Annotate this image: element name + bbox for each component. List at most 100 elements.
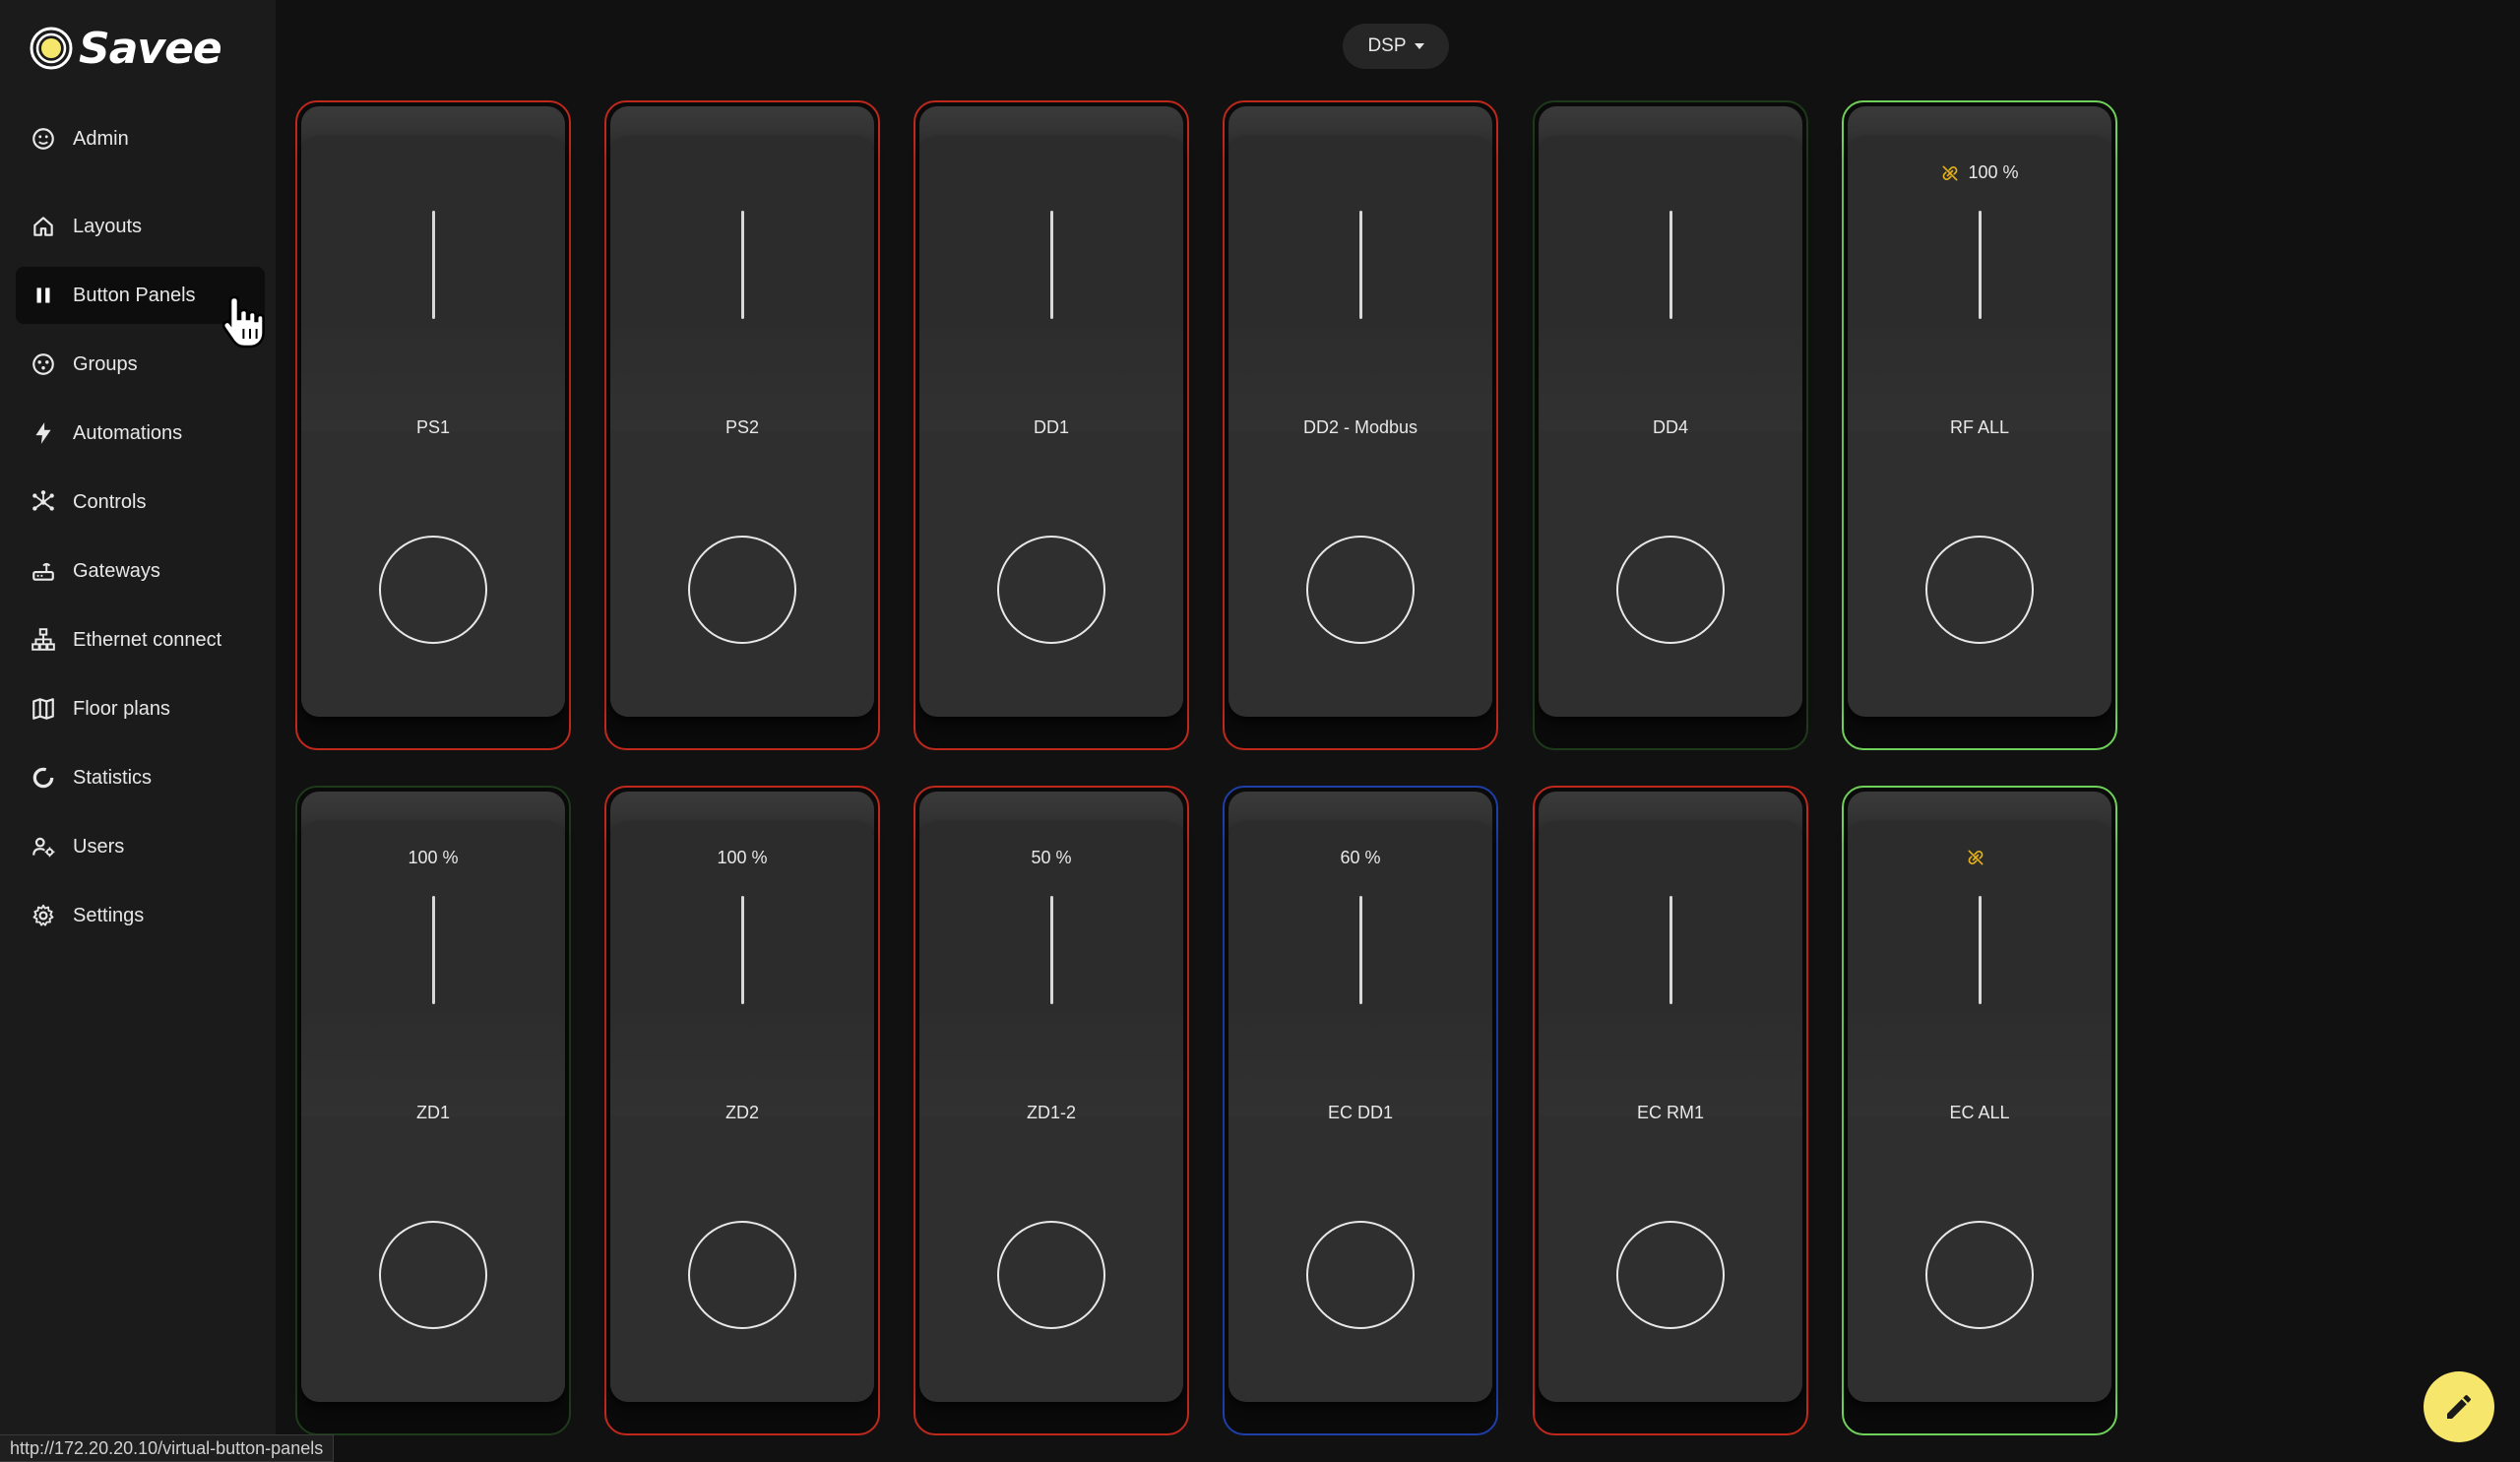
dimmer-slider[interactable] bbox=[1358, 211, 1362, 319]
panel-toggle-button[interactable] bbox=[1306, 1221, 1415, 1329]
sidebar-item-layouts[interactable]: Layouts bbox=[16, 198, 265, 255]
button-panel[interactable]: DD2 - Modbus bbox=[1223, 100, 1498, 750]
ethernet-tree-icon bbox=[30, 626, 57, 654]
sidebar-item-statistics[interactable]: Statistics bbox=[16, 749, 265, 806]
donut-chart-icon bbox=[30, 764, 57, 792]
button-panel[interactable]: DD4 bbox=[1533, 100, 1808, 750]
sidebar-item-automations[interactable]: Automations bbox=[16, 405, 265, 462]
sidebar-item-label: Groups bbox=[73, 352, 138, 375]
panel-name: PS2 bbox=[724, 417, 760, 437]
sidebar-item-admin[interactable]: Admin bbox=[16, 110, 265, 167]
pencil-icon bbox=[2447, 1395, 2471, 1419]
link-off-icon bbox=[1942, 165, 1958, 180]
dimmer-slider[interactable] bbox=[1669, 211, 1672, 319]
panel-toggle-button[interactable] bbox=[1616, 536, 1725, 644]
sidebar-item-gateways[interactable]: Gateways bbox=[16, 542, 265, 600]
panel-toggle-button[interactable] bbox=[379, 536, 487, 644]
button-panel[interactable]: PS2 bbox=[604, 100, 880, 750]
panel-name: DD2 - Modbus bbox=[1302, 417, 1418, 437]
panel-toggle-button[interactable] bbox=[1925, 536, 2034, 644]
dimmer-slider[interactable] bbox=[431, 896, 435, 1004]
panel-name: ZD1 bbox=[415, 1103, 450, 1122]
panel-face: PS2 bbox=[610, 136, 874, 717]
panel-name: RF ALL bbox=[1949, 417, 2010, 437]
panel-face: EC ALL bbox=[1848, 821, 2111, 1402]
sidebar-item-label: Users bbox=[73, 835, 125, 858]
panel-face: DD2 - Modbus bbox=[1228, 136, 1492, 717]
panel-name: DD4 bbox=[1652, 417, 1688, 437]
sidebar-item-ethernet-connect[interactable]: Ethernet connect bbox=[16, 611, 265, 668]
sidebar-item-controls[interactable]: Controls bbox=[16, 474, 265, 531]
lightning-icon bbox=[30, 419, 57, 447]
button-panel[interactable]: DD1 bbox=[914, 100, 1189, 750]
panel-level-value: 100 % bbox=[717, 848, 768, 867]
panel-name: EC ALL bbox=[1949, 1103, 2010, 1122]
dimmer-slider[interactable] bbox=[1049, 211, 1053, 319]
panel-level-value: 60 % bbox=[1340, 848, 1381, 867]
button-panel[interactable]: 50 % ZD1-2 bbox=[914, 786, 1189, 1435]
panel-toggle-button[interactable] bbox=[997, 536, 1105, 644]
edit-button[interactable] bbox=[2424, 1371, 2494, 1442]
button-panel[interactable]: 100 % ZD2 bbox=[604, 786, 880, 1435]
sidebar-item-label: Ethernet connect bbox=[73, 628, 222, 651]
sidebar-item-label: Floor plans bbox=[73, 697, 170, 720]
button-panel[interactable]: 60 % EC DD1 bbox=[1223, 786, 1498, 1435]
panel-name: EC DD1 bbox=[1327, 1103, 1393, 1122]
groups-icon bbox=[30, 350, 57, 378]
panel-level: 100 % bbox=[610, 848, 874, 868]
sidebar-item-label: Statistics bbox=[73, 766, 153, 789]
panel-level-value: 50 % bbox=[1031, 848, 1072, 867]
panel-toggle-button[interactable] bbox=[997, 1221, 1105, 1329]
sidebar-item-settings[interactable]: Settings bbox=[16, 887, 265, 944]
caret-down-icon bbox=[1414, 43, 1424, 49]
sidebar-item-label: Controls bbox=[73, 490, 147, 513]
panel-level: 50 % bbox=[919, 848, 1183, 868]
sidebar-item-label: Settings bbox=[73, 904, 145, 926]
dimmer-slider[interactable] bbox=[431, 211, 435, 319]
dimmer-slider[interactable] bbox=[1978, 211, 1982, 319]
dimmer-slider[interactable] bbox=[740, 896, 744, 1004]
panel-toggle-button[interactable] bbox=[1306, 536, 1415, 644]
sidebar-item-label: Gateways bbox=[73, 559, 160, 582]
button-panel[interactable]: PS1 bbox=[295, 100, 571, 750]
sidebar-item-floor-plans[interactable]: Floor plans bbox=[16, 680, 265, 737]
home-icon bbox=[30, 213, 57, 240]
panel-toggle-button[interactable] bbox=[1925, 1221, 2034, 1329]
pause-icon bbox=[30, 282, 57, 309]
dimmer-slider[interactable] bbox=[1978, 896, 1982, 1004]
button-panel[interactable]: 100 % ZD1 bbox=[295, 786, 571, 1435]
group-dropdown[interactable]: DSP bbox=[1343, 24, 1449, 69]
sidebar-item-label: Automations bbox=[73, 421, 183, 444]
panel-face: 100 % ZD2 bbox=[610, 821, 874, 1402]
dimmer-slider[interactable] bbox=[1669, 896, 1672, 1004]
panel-toggle-button[interactable] bbox=[688, 536, 796, 644]
map-icon bbox=[30, 695, 57, 723]
panel-face: DD1 bbox=[919, 136, 1183, 717]
panel-level bbox=[1848, 848, 2111, 867]
dimmer-slider[interactable] bbox=[1049, 896, 1053, 1004]
panel-name: PS1 bbox=[415, 417, 451, 437]
panel-level-value: 100 % bbox=[408, 848, 459, 867]
panel-level: 60 % bbox=[1228, 848, 1492, 868]
gear-icon bbox=[30, 902, 57, 929]
panel-face: 60 % EC DD1 bbox=[1228, 821, 1492, 1402]
panel-toggle-button[interactable] bbox=[688, 1221, 796, 1329]
panel-face: 100 % RF ALL bbox=[1848, 136, 2111, 717]
app-name: Savee bbox=[79, 23, 222, 74]
savee-logo-icon bbox=[30, 27, 73, 70]
panel-toggle-button[interactable] bbox=[1616, 1221, 1725, 1329]
button-panel[interactable]: 100 % RF ALL bbox=[1842, 100, 2117, 750]
button-panel[interactable]: EC RM1 bbox=[1533, 786, 1808, 1435]
button-panel[interactable]: EC ALL bbox=[1842, 786, 2117, 1435]
dimmer-slider[interactable] bbox=[740, 211, 744, 319]
dimmer-slider[interactable] bbox=[1358, 896, 1362, 1004]
sidebar-item-label: Layouts bbox=[73, 215, 143, 237]
panel-face: PS1 bbox=[301, 136, 565, 717]
panel-face: 50 % ZD1-2 bbox=[919, 821, 1183, 1402]
user-circle-icon bbox=[30, 125, 57, 153]
status-bar-url: http://172.20.20.10/virtual-button-panel… bbox=[0, 1434, 335, 1462]
sidebar-item-users[interactable]: Users bbox=[16, 818, 265, 875]
savee-logo[interactable]: Savee bbox=[28, 22, 222, 75]
panel-toggle-button[interactable] bbox=[379, 1221, 487, 1329]
panel-name: ZD2 bbox=[724, 1103, 759, 1122]
